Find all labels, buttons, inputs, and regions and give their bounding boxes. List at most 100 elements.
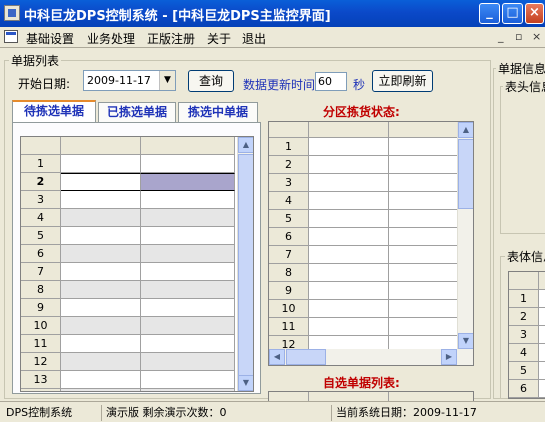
row-header-cell[interactable]: 3 <box>269 174 309 192</box>
scroll-right-arrow-icon[interactable]: ▶ <box>441 349 457 365</box>
table-cell[interactable] <box>141 299 235 317</box>
chevron-down-icon[interactable]: ▼ <box>159 71 175 90</box>
row-header-cell[interactable]: 2 <box>509 308 539 326</box>
row-header-cell[interactable]: 8 <box>21 281 61 299</box>
row-header-cell[interactable]: 1 <box>269 138 309 156</box>
vertical-scrollbar[interactable]: ▲ ▼ <box>457 122 473 349</box>
table-cell[interactable] <box>141 353 235 371</box>
row-header-cell[interactable]: 12 <box>21 353 61 371</box>
pending-bills-grid[interactable]: 1234567891011121314▲▼ <box>20 136 254 392</box>
scrollbar-thumb[interactable] <box>458 139 473 209</box>
table-cell[interactable] <box>141 371 235 389</box>
refresh-now-button[interactable]: 立即刷新 <box>372 70 433 92</box>
table-cell[interactable] <box>309 174 389 192</box>
scroll-up-arrow-icon[interactable]: ▲ <box>238 137 253 153</box>
table-cell[interactable] <box>141 263 235 281</box>
zone-status-grid[interactable]: 1 2 3 4 5 6 7 8 9 10 11 12 ▲ ▼ ◀ ▶ <box>268 121 474 366</box>
tab-picked-bills[interactable]: 已拣选单据 <box>98 102 176 122</box>
row-header-cell[interactable]: 9 <box>21 299 61 317</box>
table-cell[interactable] <box>309 246 389 264</box>
row-header-cell[interactable]: 5 <box>509 362 539 380</box>
table-cell[interactable] <box>141 389 235 391</box>
horizontal-scrollbar[interactable]: ◀ ▶ <box>269 349 473 365</box>
table-cell[interactable] <box>309 282 389 300</box>
table-cell[interactable] <box>309 264 389 282</box>
menu-registration[interactable]: 正版注册 <box>147 30 195 47</box>
table-cell[interactable] <box>61 281 141 299</box>
row-header-cell[interactable]: 6 <box>21 245 61 263</box>
scroll-left-arrow-icon[interactable]: ◀ <box>269 349 285 365</box>
row-header-cell[interactable]: 6 <box>509 380 539 398</box>
mdi-window-icon[interactable] <box>4 30 18 43</box>
menu-business[interactable]: 业务处理 <box>87 30 135 47</box>
table-cell[interactable] <box>141 209 235 227</box>
row-header-cell[interactable]: 2 <box>21 173 61 191</box>
row-header-cell[interactable]: 7 <box>269 246 309 264</box>
query-button[interactable]: 查询 <box>188 70 234 92</box>
row-header-cell[interactable]: 6 <box>269 228 309 246</box>
table-cell[interactable] <box>61 299 141 317</box>
maximize-button[interactable]: □ <box>502 3 523 24</box>
table-cell[interactable] <box>141 245 235 263</box>
table-cell[interactable] <box>61 227 141 245</box>
table-cell[interactable] <box>61 335 141 353</box>
scroll-down-arrow-icon[interactable]: ▼ <box>458 333 473 349</box>
vertical-scrollbar[interactable]: ▲ ▼ <box>237 137 253 391</box>
table-cell[interactable] <box>539 290 545 308</box>
table-cell[interactable] <box>141 227 235 245</box>
table-cell[interactable] <box>61 173 141 191</box>
tab-picking-bills[interactable]: 拣选中单据 <box>178 102 258 122</box>
table-cell[interactable] <box>309 192 389 210</box>
row-header-cell[interactable]: 2 <box>269 156 309 174</box>
table-cell[interactable] <box>61 317 141 335</box>
table-cell[interactable] <box>539 380 545 398</box>
row-header-cell[interactable]: 13 <box>21 371 61 389</box>
table-cell[interactable] <box>61 353 141 371</box>
mdi-close-button[interactable]: × <box>532 30 541 43</box>
row-header-cell[interactable]: 4 <box>21 209 61 227</box>
scroll-down-arrow-icon[interactable]: ▼ <box>238 375 253 391</box>
scrollbar-thumb[interactable] <box>238 154 253 384</box>
row-header-cell[interactable]: 9 <box>269 282 309 300</box>
row-header-cell[interactable]: 1 <box>509 290 539 308</box>
table-cell[interactable] <box>61 209 141 227</box>
table-cell[interactable] <box>61 263 141 281</box>
row-header-cell[interactable]: 3 <box>509 326 539 344</box>
table-cell[interactable] <box>61 155 141 173</box>
menu-basic-settings[interactable]: 基础设置 <box>26 30 74 47</box>
row-header-cell[interactable]: 3 <box>21 191 61 209</box>
table-cell[interactable] <box>309 156 389 174</box>
row-header-cell[interactable]: 5 <box>21 227 61 245</box>
table-cell[interactable] <box>309 318 389 336</box>
table-cell[interactable] <box>539 308 545 326</box>
horizontal-scrollbar-thumb[interactable] <box>286 349 326 365</box>
table-cell[interactable] <box>141 155 235 173</box>
table-cell[interactable] <box>141 335 235 353</box>
table-cell[interactable] <box>309 210 389 228</box>
table-cell[interactable] <box>309 228 389 246</box>
table-cell[interactable] <box>61 389 141 391</box>
close-button[interactable]: × <box>525 3 544 24</box>
row-header-cell[interactable]: 11 <box>269 318 309 336</box>
table-cell[interactable] <box>61 371 141 389</box>
row-header-cell[interactable]: 4 <box>269 192 309 210</box>
table-cell[interactable] <box>61 245 141 263</box>
table-cell[interactable] <box>539 326 545 344</box>
table-cell[interactable] <box>309 300 389 318</box>
minimize-button[interactable]: _ <box>479 3 500 24</box>
body-info-grid[interactable]: 123456 <box>508 271 545 399</box>
row-header-cell[interactable]: 14 <box>21 389 61 391</box>
refresh-interval-input[interactable]: 60 <box>315 72 347 91</box>
row-header-cell[interactable]: 8 <box>269 264 309 282</box>
table-cell[interactable] <box>141 191 235 209</box>
menu-exit[interactable]: 退出 <box>242 30 266 47</box>
row-header-cell[interactable]: 10 <box>21 317 61 335</box>
menu-about[interactable]: 关于 <box>207 30 231 47</box>
row-header-cell[interactable]: 11 <box>21 335 61 353</box>
scroll-up-arrow-icon[interactable]: ▲ <box>458 122 473 138</box>
start-date-picker[interactable]: 2009-11-17 ▼ <box>83 70 176 91</box>
table-cell[interactable] <box>309 138 389 156</box>
row-header-cell[interactable]: 10 <box>269 300 309 318</box>
tab-pending-bills[interactable]: 待拣选单据 <box>12 100 96 124</box>
table-cell[interactable] <box>539 344 545 362</box>
